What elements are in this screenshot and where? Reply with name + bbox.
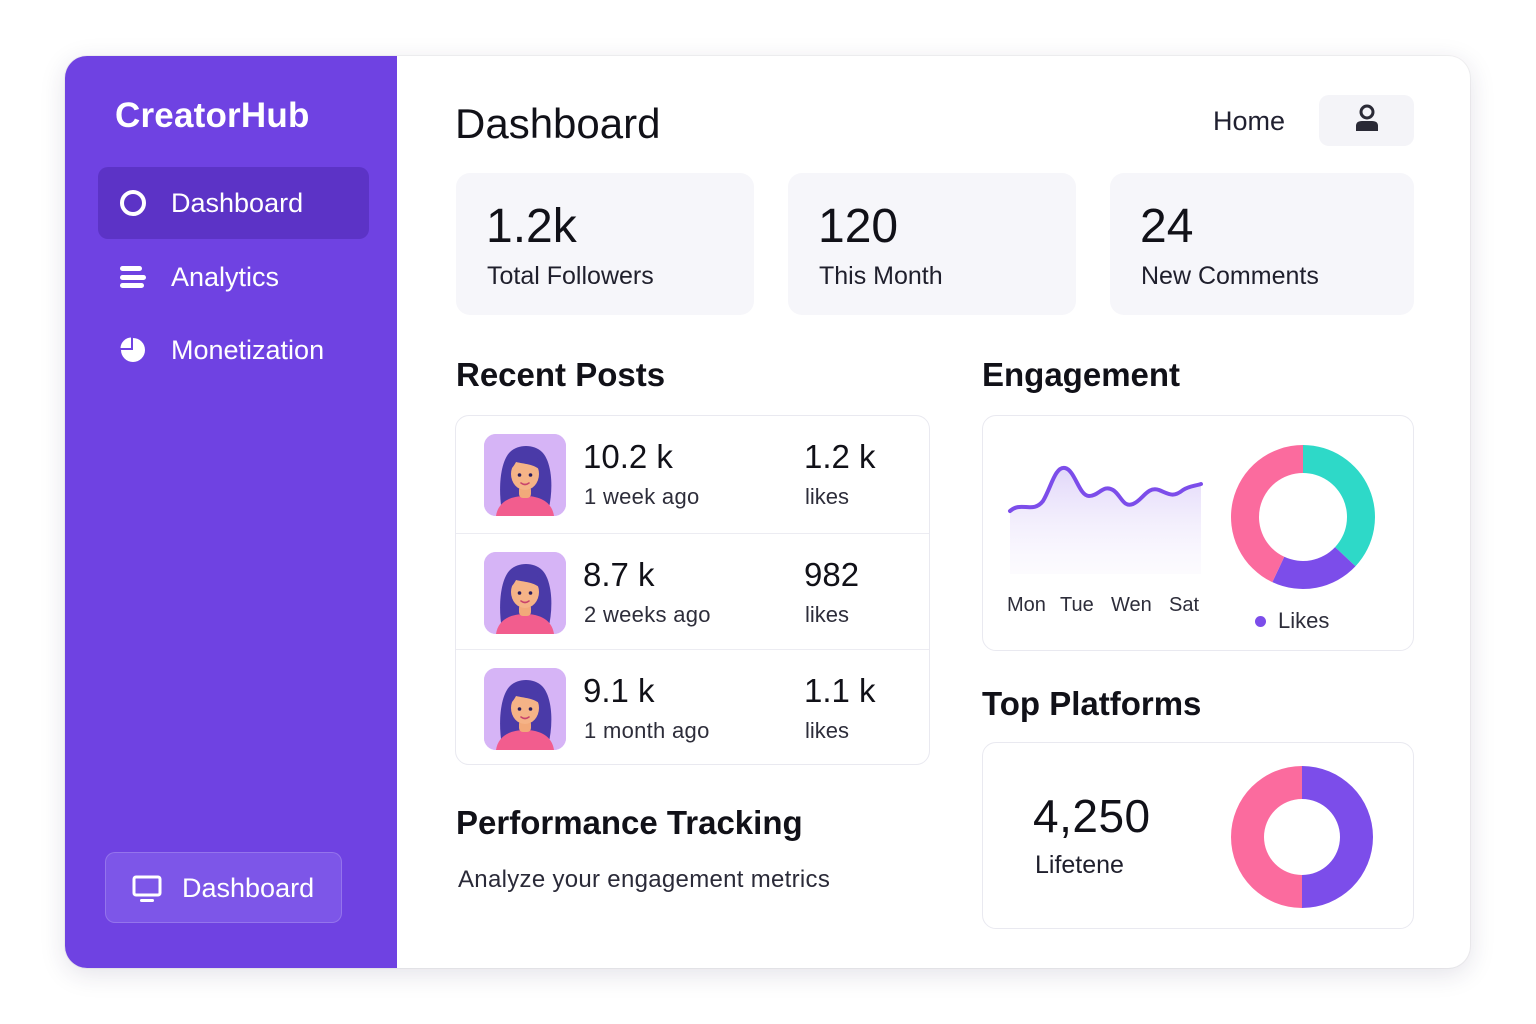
dashboard-button[interactable]: Dashboard: [105, 852, 342, 923]
stat-value: 120: [818, 200, 899, 253]
list-item[interactable]: 10.2 k 1 week ago 1.2 k likes: [456, 416, 929, 532]
recent-posts-title: Recent Posts: [456, 356, 666, 393]
stat-card-comments: 24 New Comments: [1110, 173, 1414, 315]
post-likes: 982: [804, 556, 860, 593]
home-link[interactable]: Home: [1213, 106, 1285, 137]
post-age: 1 week ago: [584, 484, 700, 509]
post-views: 8.7 k: [583, 556, 655, 593]
recent-posts-list: 10.2 k 1 week ago 1.2 k likes 8.7 k 2 we…: [455, 415, 930, 765]
sidebar-item-label: Analytics: [171, 261, 280, 292]
engagement-card: Mon Tue Wen Sat Likes: [982, 415, 1414, 651]
sidebar-item-dashboard[interactable]: Dashboard: [98, 167, 369, 239]
woman-avatar-icon: [484, 668, 566, 750]
post-likes: 1.1 k: [804, 672, 876, 709]
platforms-donut-chart: [1231, 766, 1373, 908]
day-label: Mon: [1007, 594, 1046, 616]
stat-card-followers: 1.2k Total Followers: [456, 173, 754, 315]
avatar: [484, 552, 566, 634]
performance-subtitle: Analyze your engagement metrics: [458, 866, 831, 893]
performance-title: Performance Tracking: [456, 804, 803, 841]
pie-chart-icon: [118, 335, 148, 365]
woman-avatar-icon: [484, 552, 566, 634]
sidebar-item-label: Monetization: [171, 334, 325, 365]
top-platforms-title: Top Platforms: [982, 685, 1202, 722]
stat-label: Total Followers: [487, 262, 654, 290]
engagement-donut-chart: [1231, 445, 1375, 589]
post-likes-label: likes: [805, 718, 850, 743]
engagement-area: [1010, 467, 1201, 574]
stat-value: 24: [1140, 200, 1194, 253]
bars-icon: [118, 262, 148, 292]
day-label: Sat: [1169, 594, 1200, 616]
avatar: [484, 668, 566, 750]
sidebar-item-label: Dashboard: [171, 187, 304, 218]
stat-card-this-month: 120 This Month: [788, 173, 1076, 315]
brand-logo[interactable]: CreatorHub: [115, 96, 310, 136]
legend: Likes: [1255, 608, 1329, 634]
stat-label: This Month: [819, 262, 943, 290]
sidebar-item-analytics[interactable]: Analytics: [98, 241, 369, 313]
app-window: CreatorHub Dashboard Analytics Monetizat…: [65, 56, 1470, 968]
page-title: Dashboard: [455, 100, 661, 147]
stat-value: 1.2k: [486, 200, 577, 253]
circle-icon: [118, 188, 148, 218]
profile-button[interactable]: [1319, 95, 1414, 146]
platform-total-value: 4,250: [1033, 790, 1151, 842]
engagement-line-chart: [1008, 466, 1203, 574]
top-platforms-card: 4,250 Lifetene: [982, 742, 1414, 929]
woman-avatar-icon: [484, 434, 566, 516]
list-item[interactable]: 9.1 k 1 month ago 1.1 k likes: [456, 649, 929, 765]
dashboard-button-label: Dashboard: [182, 873, 315, 903]
donut-slice-pink: [1231, 766, 1302, 908]
platform-total-label: Lifetene: [1035, 851, 1124, 879]
legend-dot: [1255, 615, 1266, 627]
day-label: Wen: [1111, 594, 1152, 616]
post-views: 10.2 k: [583, 438, 673, 475]
list-item[interactable]: 8.7 k 2 weeks ago 982 likes: [456, 533, 929, 649]
sidebar: CreatorHub Dashboard Analytics Monetizat…: [65, 56, 397, 968]
post-views: 9.1 k: [583, 672, 655, 709]
stat-label: New Comments: [1141, 262, 1319, 290]
monitor-icon: [132, 875, 162, 908]
post-likes: 1.2 k: [804, 438, 876, 475]
donut-slice-teal: [1303, 445, 1375, 567]
post-age: 2 weeks ago: [584, 602, 711, 627]
main-content: Dashboard Home 1.2k Total Followers 120 …: [397, 56, 1470, 968]
avatar: [484, 434, 566, 516]
engagement-title: Engagement: [982, 356, 1181, 393]
post-likes-label: likes: [805, 484, 850, 509]
sidebar-item-monetization[interactable]: Monetization: [98, 314, 369, 386]
post-likes-label: likes: [805, 602, 850, 627]
donut-slice-purple: [1302, 766, 1373, 908]
post-age: 1 month ago: [584, 718, 710, 743]
user-icon: [1354, 104, 1380, 137]
day-label: Tue: [1060, 594, 1094, 616]
legend-label: Likes: [1278, 608, 1330, 633]
